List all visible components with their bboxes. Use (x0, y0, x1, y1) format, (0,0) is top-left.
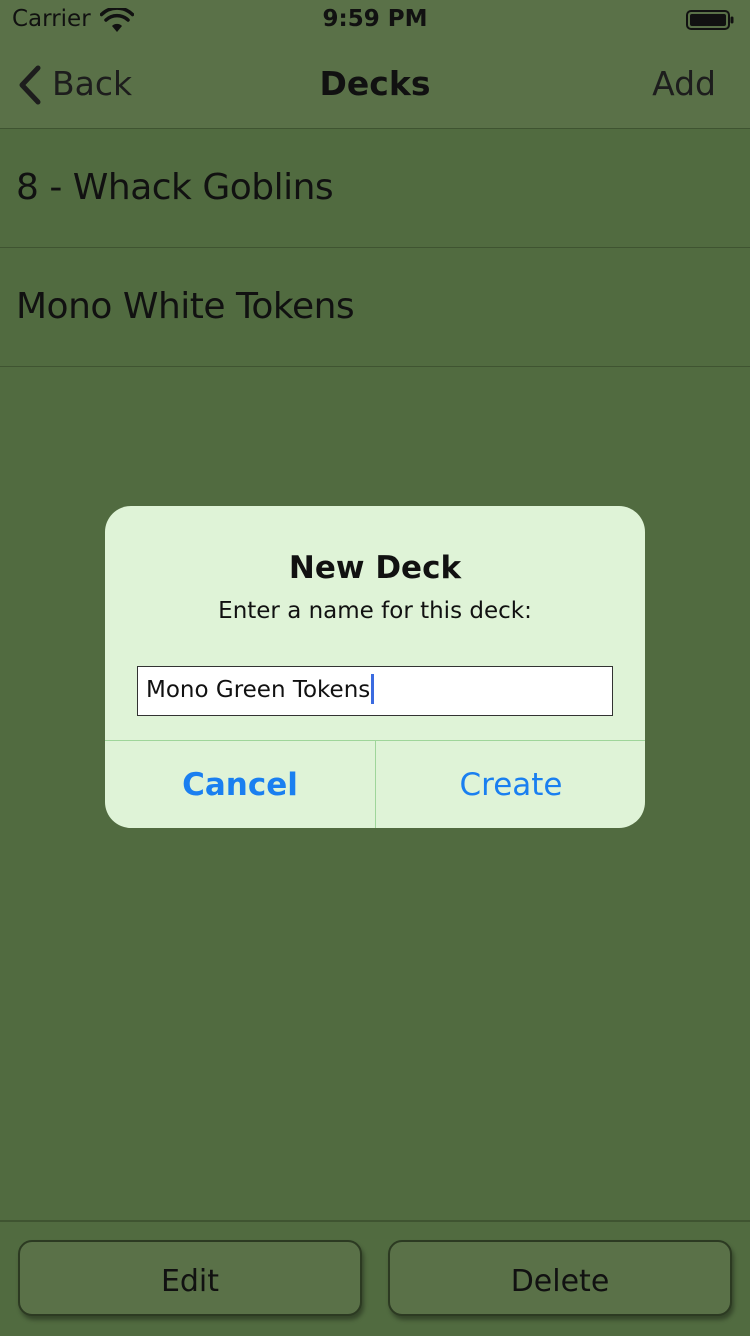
add-button[interactable]: Add (652, 64, 716, 103)
status-bar: Carrier 9:59 PM (0, 0, 750, 40)
text-caret (371, 673, 375, 704)
navigation-bar: Back Decks Add (0, 40, 750, 129)
battery-icon (686, 10, 734, 30)
deck-list: 8 - Whack Goblins Mono White Tokens (0, 129, 750, 367)
cancel-button-label: Cancel (182, 767, 298, 803)
deck-name-input-value: Mono Green Tokens (146, 677, 371, 703)
delete-button-label: Delete (510, 1264, 610, 1299)
list-item[interactable]: 8 - Whack Goblins (0, 129, 750, 248)
page-title: Decks (319, 64, 431, 103)
edit-button-label: Edit (160, 1264, 220, 1299)
cancel-button[interactable]: Cancel (105, 741, 375, 828)
dialog-title: New Deck (288, 550, 462, 586)
bottom-toolbar: Edit Delete (0, 1220, 750, 1336)
create-button[interactable]: Create (376, 741, 645, 828)
list-item[interactable]: Mono White Tokens (0, 248, 750, 367)
deck-name: Mono White Tokens (16, 286, 355, 327)
deck-name-input[interactable]: Mono Green Tokens (137, 666, 613, 716)
dialog-message: Enter a name for this deck: (218, 598, 532, 624)
deck-name: 8 - Whack Goblins (16, 167, 334, 208)
delete-button[interactable]: Delete (388, 1240, 732, 1316)
status-time: 9:59 PM (322, 6, 428, 32)
create-button-label: Create (459, 767, 563, 803)
new-deck-dialog: New Deck Enter a name for this deck: Mon… (105, 506, 645, 828)
edit-button[interactable]: Edit (18, 1240, 362, 1316)
